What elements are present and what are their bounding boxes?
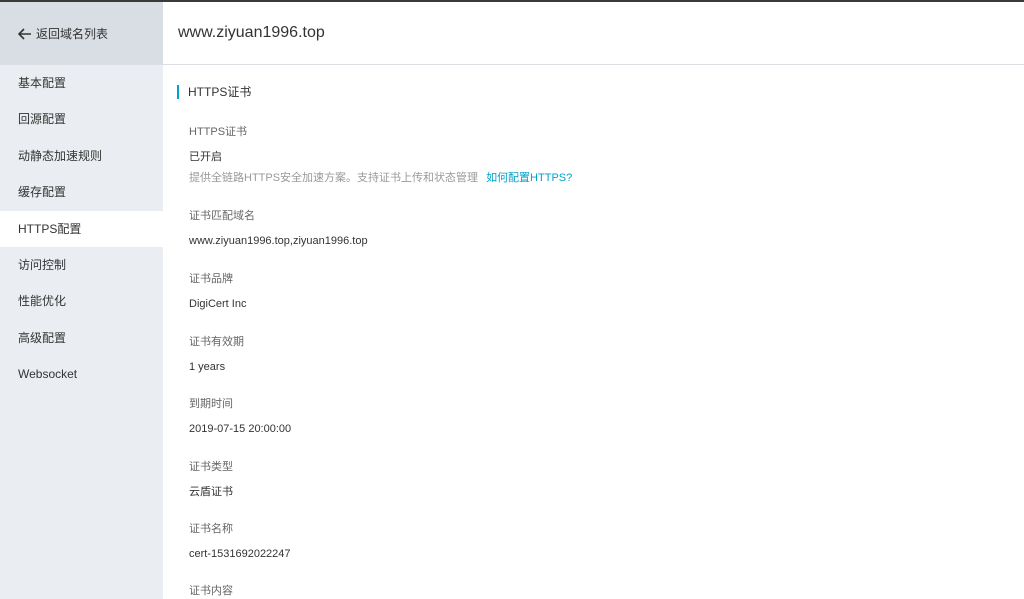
- field-value: 已开启: [189, 151, 222, 163]
- sidebar-item-origin[interactable]: 回源配置: [0, 101, 163, 137]
- page-title: www.ziyuan1996.top: [178, 24, 325, 41]
- field-label: 证书有效期: [189, 336, 244, 348]
- field-value: 云盾证书: [189, 486, 233, 498]
- field-cert-content: 证书内容: [189, 585, 233, 598]
- main-content: www.ziyuan1996.top HTTPS证书 HTTPS证书 已开启 提…: [163, 2, 1024, 599]
- field-label: 证书内容: [189, 585, 233, 597]
- how-to-configure-https-link[interactable]: 如何配置HTTPS?: [486, 172, 572, 184]
- back-label: 返回域名列表: [36, 27, 109, 41]
- sidebar-item-https[interactable]: HTTPS配置: [0, 210, 163, 247]
- field-label: 证书名称: [189, 523, 233, 535]
- sidebar-menu: 基本配置 回源配置 动静态加速规则 缓存配置 HTTPS配置 访问控制 性能优化…: [0, 65, 163, 393]
- sidebar-item-performance[interactable]: 性能优化: [0, 283, 163, 319]
- section-title-https: HTTPS证书: [177, 85, 251, 99]
- field-value: cert-1531692022247: [189, 548, 291, 560]
- arrow-left-icon: [18, 27, 32, 40]
- field-cert-type: 证书类型 云盾证书: [189, 461, 233, 499]
- field-value: 2019-07-15 20:00:00: [189, 423, 292, 435]
- field-label: 证书匹配域名: [189, 210, 255, 222]
- field-label: 证书类型: [189, 461, 233, 473]
- back-to-domain-list-button[interactable]: 返回域名列表: [0, 2, 163, 65]
- field-value: 1 years: [189, 361, 226, 373]
- sidebar: 返回域名列表 基本配置 回源配置 动静态加速规则 缓存配置 HTTPS配置 访问…: [0, 2, 163, 599]
- field-expiry-time: 到期时间 2019-07-15 20:00:00: [189, 398, 291, 436]
- field-label: 证书品牌: [189, 273, 233, 285]
- sidebar-item-access-control[interactable]: 访问控制: [0, 247, 163, 283]
- field-cert-brand: 证书品牌 DigiCert Inc: [189, 273, 246, 311]
- field-label: HTTPS证书: [189, 126, 248, 138]
- field-value: www.ziyuan1996.top,ziyuan1996.top: [189, 235, 368, 247]
- field-cert-domain: 证书匹配域名 www.ziyuan1996.top,ziyuan1996.top: [189, 210, 368, 248]
- field-hint: 提供全链路HTTPS安全加速方案。支持证书上传和状态管理 如何配置HTTPS?: [189, 172, 572, 185]
- field-value: DigiCert Inc: [189, 298, 247, 310]
- field-label: 到期时间: [189, 398, 233, 410]
- sidebar-item-advanced[interactable]: 高级配置: [0, 320, 163, 356]
- sidebar-item-acceleration-rules[interactable]: 动静态加速规则: [0, 138, 163, 174]
- field-cert-name: 证书名称 cert-1531692022247: [189, 523, 291, 561]
- field-cert-validity: 证书有效期 1 years: [189, 336, 244, 374]
- field-https-status: HTTPS证书 已开启 提供全链路HTTPS安全加速方案。支持证书上传和状态管理…: [189, 126, 572, 185]
- sidebar-item-cache[interactable]: 缓存配置: [0, 174, 163, 210]
- page-header: www.ziyuan1996.top: [163, 2, 1024, 65]
- sidebar-item-websocket[interactable]: Websocket: [0, 356, 163, 392]
- hint-text: 提供全链路HTTPS安全加速方案。支持证书上传和状态管理: [189, 172, 479, 184]
- sidebar-item-basic[interactable]: 基本配置: [0, 65, 163, 101]
